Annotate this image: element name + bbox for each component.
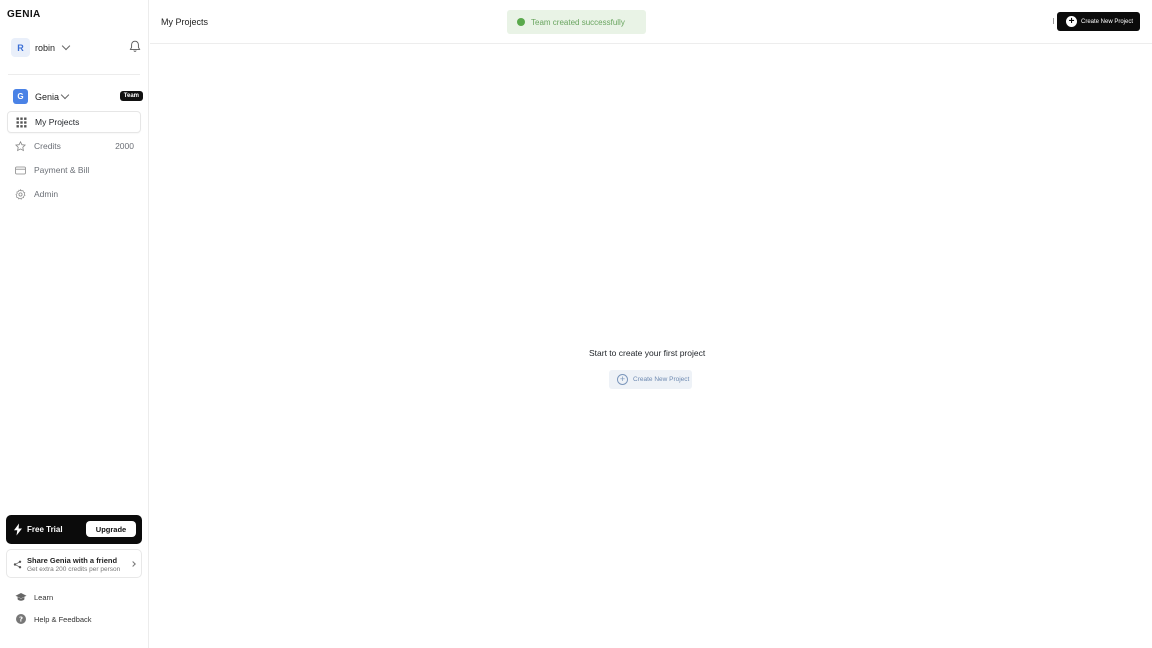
sidebar-item-label: Admin [34, 189, 59, 199]
sidebar-item-label: Payment & Bill [34, 165, 90, 175]
upgrade-button[interactable]: Upgrade [86, 521, 136, 537]
top-header: My Projects Team created successfully + … [150, 0, 1152, 44]
user-name: robin [35, 42, 56, 53]
help-label: Help & Feedback [34, 614, 92, 624]
sidebar-item-payment[interactable]: Payment & Bill [7, 159, 141, 181]
grid-icon [16, 117, 27, 127]
sidebar-item-admin[interactable]: Admin [7, 183, 141, 205]
chevron-down-icon [60, 90, 70, 100]
gear-icon [15, 188, 26, 200]
credits-count: 2000 [115, 141, 134, 151]
learn-link[interactable]: Learn [15, 590, 53, 604]
header-separator [1053, 18, 1056, 24]
avatar: R [11, 38, 30, 57]
free-trial-banner: Free Trial Upgrade [6, 515, 142, 544]
sidebar-divider [8, 74, 140, 75]
bell-icon[interactable] [129, 40, 141, 53]
chevron-right-icon [130, 561, 136, 567]
card-icon [15, 166, 26, 174]
sidebar-item-label: Credits [34, 141, 61, 151]
sidebar-item-label: My Projects [35, 117, 80, 127]
svg-text:?: ? [19, 615, 23, 623]
team-logo: G [13, 89, 28, 104]
empty-state-title: Start to create your first project [589, 348, 706, 358]
graduation-cap-icon [15, 593, 27, 601]
check-circle-icon [517, 18, 525, 26]
toast-message: Team created successfully [531, 17, 625, 27]
user-menu[interactable]: R robin [11, 38, 71, 57]
plus-circle-icon: + [1066, 16, 1077, 27]
create-project-label: Create New Project [633, 376, 690, 383]
sidebar: GENIA R robin G Genia Team My Projects C… [0, 0, 149, 648]
sidebar-nav: My Projects Credits 2000 Payment & Bill … [7, 111, 141, 207]
team-badge: Team [119, 91, 143, 101]
share-card[interactable]: Share Genia with a friend Get extra 200 … [6, 549, 142, 578]
lightning-icon [14, 523, 22, 536]
learn-label: Learn [34, 592, 54, 602]
success-toast: Team created successfully [507, 10, 646, 34]
app-logo[interactable]: GENIA [7, 9, 41, 20]
create-first-project-button[interactable]: + Create New Project [609, 370, 692, 389]
create-project-label: Create New Project [1081, 18, 1134, 25]
help-icon: ? [16, 614, 26, 624]
team-switcher[interactable]: G Genia Team [13, 89, 143, 104]
sidebar-item-credits[interactable]: Credits 2000 [7, 135, 141, 157]
share-title: Share Genia with a friend [27, 556, 118, 565]
share-icon [13, 560, 22, 569]
team-name: Genia [35, 91, 60, 102]
chevron-down-icon [61, 41, 71, 51]
star-icon [15, 140, 26, 151]
create-project-button[interactable]: + Create New Project [1057, 12, 1140, 31]
free-trial-label: Free Trial [27, 525, 63, 534]
sidebar-item-my-projects[interactable]: My Projects [7, 111, 141, 133]
share-subtitle: Get extra 200 credits per person [27, 566, 121, 573]
help-feedback-link[interactable]: ? Help & Feedback [15, 612, 92, 626]
page-title: My Projects [161, 17, 209, 27]
plus-circle-icon: + [617, 374, 628, 385]
